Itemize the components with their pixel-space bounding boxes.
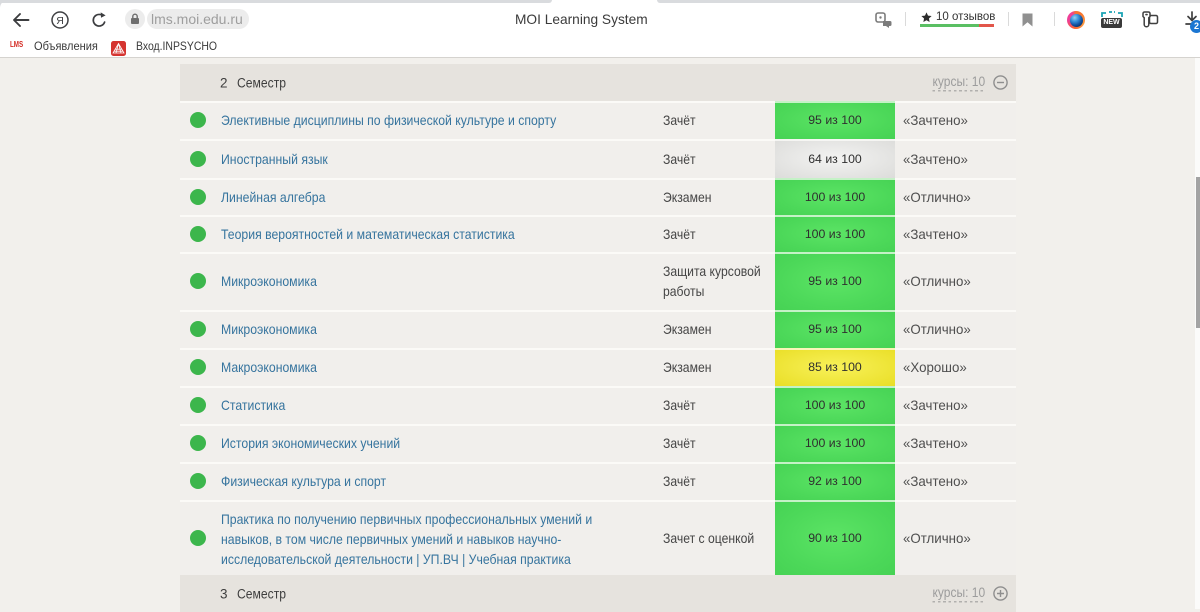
svg-text:Я: Я	[56, 15, 64, 27]
